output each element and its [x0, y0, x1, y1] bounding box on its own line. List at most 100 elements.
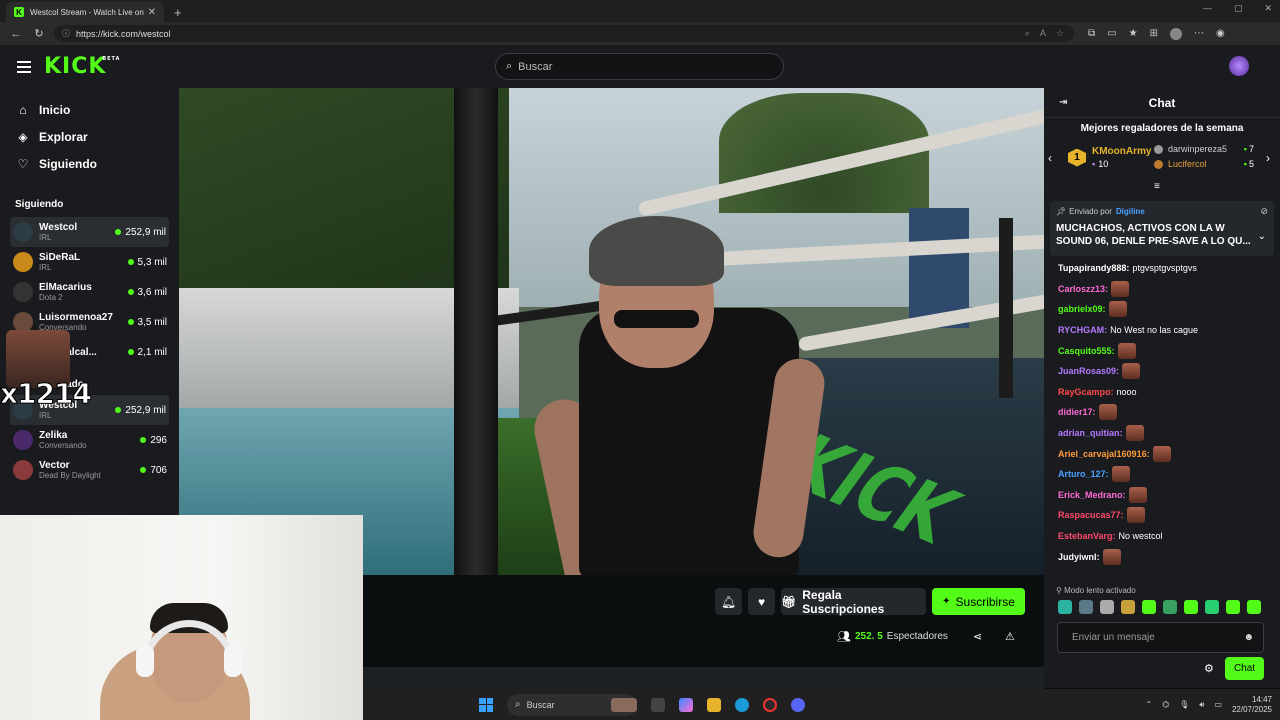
battery-icon[interactable]: ▭: [1214, 700, 1222, 709]
obs-app-icon[interactable]: [763, 697, 777, 712]
chat-message[interactable]: gabrielx09:: [1044, 299, 1280, 320]
taskbar-clock[interactable]: 14:47 22/07/2025: [1232, 695, 1272, 715]
close-window-icon[interactable]: ✕: [1264, 3, 1272, 14]
windows-start-icon[interactable]: [479, 697, 493, 712]
chat-message-input[interactable]: Enviar un mensaje ☻: [1057, 622, 1264, 653]
emote-8[interactable]: [1205, 600, 1219, 614]
chat-username[interactable]: adrian_quitian:: [1058, 428, 1123, 438]
unpin-icon[interactable]: ⊘: [1260, 206, 1268, 217]
chat-username[interactable]: Arturo_127:: [1058, 469, 1109, 479]
chat-username[interactable]: Ariel_carvajal160916:: [1058, 449, 1150, 459]
taskbar-widget-icon[interactable]: [611, 697, 637, 712]
chat-username[interactable]: Tupapirandy888:: [1058, 263, 1129, 273]
search-input[interactable]: ⌕ Buscar: [495, 53, 784, 80]
more-icon[interactable]: ⋯: [1194, 28, 1204, 39]
minimize-icon[interactable]: —: [1203, 3, 1212, 14]
top-gifter-name[interactable]: KMoonArmy: [1092, 146, 1151, 157]
new-tab-icon[interactable]: +: [174, 5, 182, 20]
notification-button[interactable]: 🔔︎: [715, 588, 742, 615]
volume-icon[interactable]: 🔊︎: [1199, 700, 1204, 710]
sidebar-channel-westcol[interactable]: Westcol IRL 252,9 mil: [10, 217, 169, 247]
zoom-icon[interactable]: ⌕: [1025, 28, 1030, 39]
chat-username[interactable]: Erick_Medrano:: [1058, 490, 1126, 500]
gifter-row[interactable]: Lucifercol ▪ 5: [1154, 159, 1254, 169]
chat-settings-icon[interactable]: ⚙: [1204, 662, 1214, 675]
drag-handle-icon[interactable]: ≡: [1154, 181, 1160, 192]
back-icon[interactable]: ←: [9, 28, 23, 40]
chat-message[interactable]: RYCHGAM: No West no las cague: [1044, 320, 1280, 341]
emote-2[interactable]: [1079, 600, 1093, 614]
chat-message-list[interactable]: Tupapirandy888: ptgvsptgvsptgvs Carloszz13…: [1044, 258, 1280, 576]
maximize-icon[interactable]: ▢: [1234, 3, 1243, 14]
chat-send-button[interactable]: Chat: [1225, 657, 1264, 680]
chat-message[interactable]: Arturo_127:: [1044, 464, 1280, 485]
chat-message[interactable]: Raspacucas77:: [1044, 505, 1280, 526]
chevron-down-icon[interactable]: ⌄: [1258, 231, 1266, 242]
chat-message[interactable]: Tupapirandy888: ptgvsptgvsptgvs: [1044, 258, 1280, 279]
emote-5[interactable]: [1142, 600, 1156, 614]
chat-message[interactable]: didier17:: [1044, 402, 1280, 423]
sidebar-item-explorar[interactable]: ◈ Explorar: [0, 123, 179, 150]
pinned-author[interactable]: Digiline: [1116, 207, 1145, 216]
chat-message[interactable]: adrian_quitian:: [1044, 423, 1280, 444]
chat-message[interactable]: RayGcampo: nooo: [1044, 382, 1280, 403]
report-icon[interactable]: ⚠: [1005, 630, 1015, 643]
follow-button[interactable]: ♥: [748, 588, 775, 615]
chat-username[interactable]: Carloszz13:: [1058, 284, 1108, 294]
chat-message[interactable]: JuanRosas09:: [1044, 361, 1280, 382]
hamburger-menu-icon[interactable]: [17, 60, 31, 73]
sidebar-channel-sideral[interactable]: SiDeRaL IRL 5,3 mil: [0, 247, 179, 277]
chat-message[interactable]: Carloszz13:: [1044, 279, 1280, 300]
split-screen-icon[interactable]: ▭: [1107, 28, 1116, 39]
emote-6[interactable]: [1163, 600, 1177, 614]
emote-1[interactable]: [1058, 600, 1072, 614]
video-player[interactable]: KICK: [179, 88, 1044, 575]
gift-subs-button[interactable]: 🎁︎ Regala Suscripciones: [781, 588, 926, 616]
edge-browser-icon[interactable]: [735, 697, 749, 712]
sidebar-channel-elmacarius[interactable]: ElMacarius Dota 2 3,6 mil: [0, 277, 179, 307]
sidebar-item-siguiendo[interactable]: ♡ Siguiendo: [0, 150, 179, 177]
copilot-icon[interactable]: ◉: [1216, 28, 1225, 39]
chat-username[interactable]: JuanRosas09:: [1058, 366, 1119, 376]
file-explorer-icon[interactable]: [707, 697, 721, 712]
task-view-icon[interactable]: [651, 697, 665, 712]
chat-message[interactable]: Casquito555:: [1044, 340, 1280, 361]
kick-logo[interactable]: KICK BETA: [44, 54, 119, 79]
user-avatar[interactable]: [1229, 56, 1249, 76]
emote-3[interactable]: [1100, 600, 1114, 614]
tray-chevron-icon[interactable]: ⌃: [1146, 700, 1153, 709]
discord-app-icon[interactable]: [791, 697, 805, 712]
profile-icon[interactable]: [1169, 27, 1182, 40]
chat-username[interactable]: Raspacucas77:: [1058, 510, 1124, 520]
emote-7[interactable]: [1184, 600, 1198, 614]
chat-username[interactable]: Judyiwnl:: [1058, 552, 1100, 562]
sidebar-channel-zelika[interactable]: Zelika Conversando 296: [0, 425, 179, 455]
chat-username[interactable]: gabrielx09:: [1058, 304, 1106, 314]
chat-username[interactable]: RayGcampo:: [1058, 387, 1114, 397]
mic-icon[interactable]: 🎙︎: [1179, 700, 1189, 709]
favorite-star-icon[interactable]: ☆: [1056, 28, 1064, 39]
chat-username[interactable]: EstebanVarg:: [1058, 531, 1116, 541]
chat-message[interactable]: EstebanVarg: No westcol: [1044, 526, 1280, 547]
address-bar[interactable]: ⓘ https://kick.com/westcol ⌕ A ☆: [54, 25, 1074, 42]
subscribe-button[interactable]: ✦ Suscribirse: [932, 588, 1025, 615]
collapse-chat-icon[interactable]: ⇥: [1059, 97, 1067, 108]
chat-message[interactable]: Erick_Medrano:: [1044, 485, 1280, 506]
copilot-app-icon[interactable]: [679, 697, 693, 712]
chat-username[interactable]: didier17:: [1058, 407, 1096, 417]
emote-4[interactable]: [1121, 600, 1135, 614]
chevron-left-icon[interactable]: ‹: [1048, 151, 1052, 165]
chevron-right-icon[interactable]: ›: [1266, 151, 1270, 165]
emote-9[interactable]: [1226, 600, 1240, 614]
sidebar-channel-vector[interactable]: Vector Dead By Daylight 706: [0, 455, 179, 485]
read-aloud-icon[interactable]: A: [1040, 28, 1046, 39]
chat-username[interactable]: Casquito555:: [1058, 346, 1115, 356]
extensions-icon[interactable]: ⧉: [1088, 28, 1095, 39]
network-icon[interactable]: ⌬: [1162, 700, 1169, 709]
browser-tab[interactable]: K Westcol Stream - Watch Live on K ✕: [6, 2, 164, 22]
sidebar-item-inicio[interactable]: ⌂ Inicio: [0, 96, 179, 123]
reload-icon[interactable]: ↻: [32, 27, 46, 40]
favorites-icon[interactable]: ★: [1129, 28, 1138, 39]
chat-message[interactable]: Judyiwnl:: [1044, 546, 1280, 567]
chat-username[interactable]: RYCHGAM:: [1058, 325, 1107, 335]
